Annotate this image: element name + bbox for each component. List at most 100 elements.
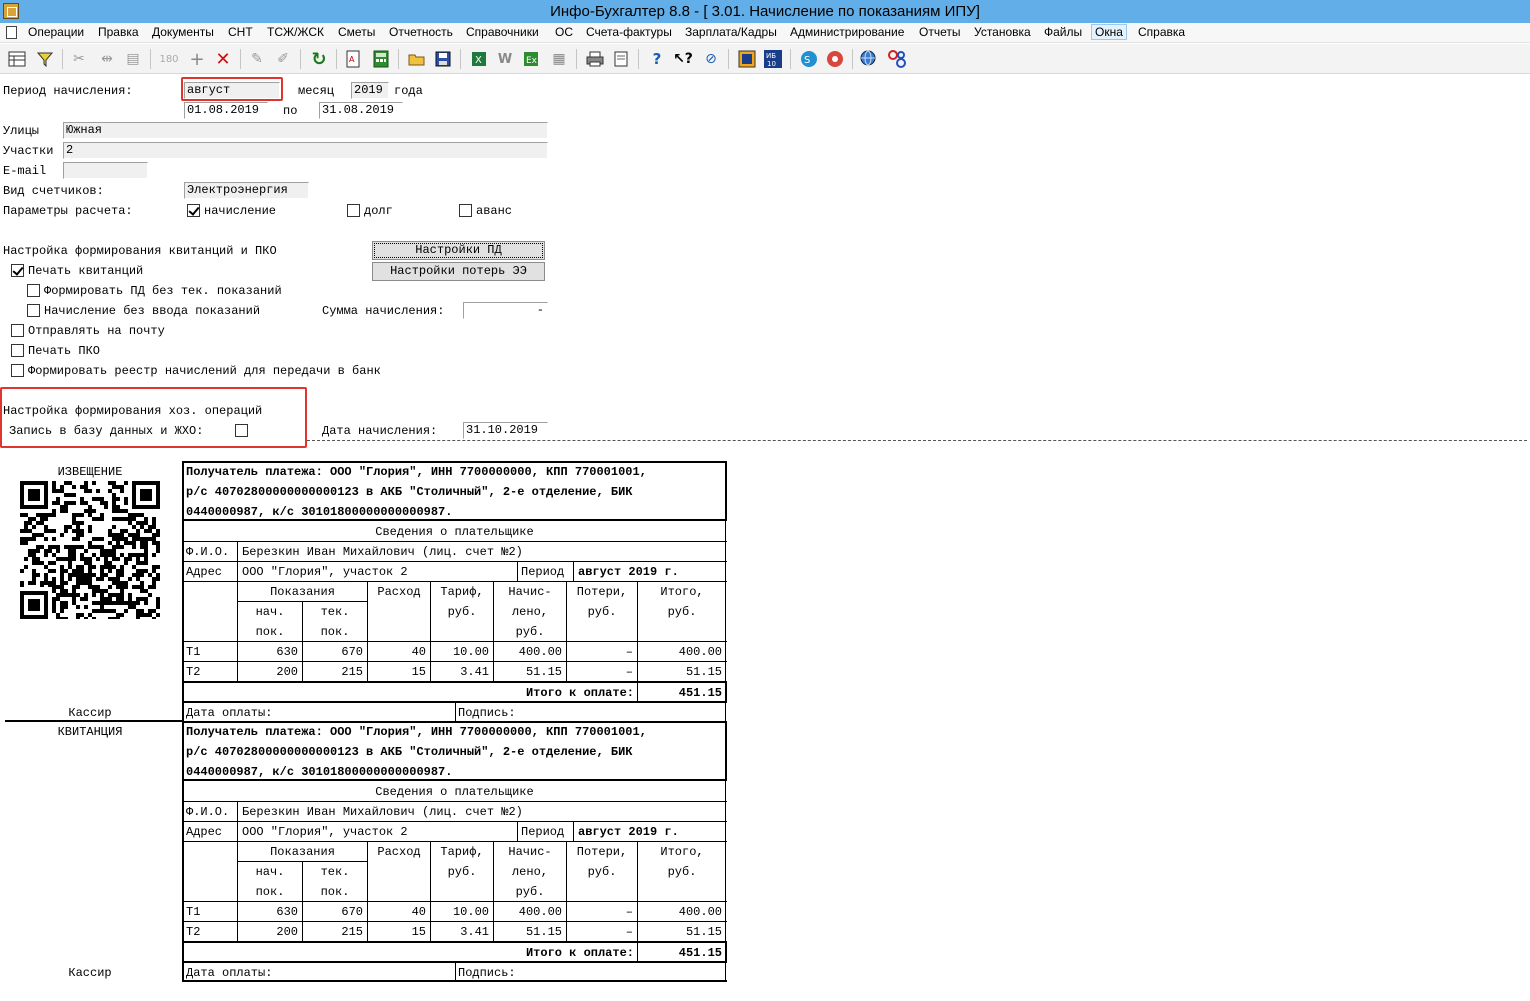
notice-col-cur1: тек.	[320, 605, 350, 619]
context-help-icon[interactable]: ↖?	[672, 48, 694, 70]
meter-type-select[interactable]: Электроэнергия	[184, 182, 309, 199]
network-icon[interactable]	[886, 48, 908, 70]
menu-edit[interactable]: Правка	[95, 25, 142, 41]
receipt-vl-addr	[237, 821, 238, 841]
menu-reporting[interactable]: Отчетность	[386, 25, 456, 41]
menu-operations[interactable]: Операции	[25, 25, 87, 41]
menu-documents[interactable]: Документы	[149, 25, 217, 41]
receipt-col-usage: Расход	[377, 845, 421, 859]
add-icon[interactable]: +	[186, 48, 208, 70]
print-icon[interactable]	[584, 48, 606, 70]
date-from-input[interactable]: 01.08.2019	[184, 102, 268, 119]
notice-col-loss1: Потери,	[576, 585, 628, 599]
accrual-date-input[interactable]: 31.10.2019	[463, 422, 548, 439]
receipt-row-cur: 670	[341, 905, 363, 919]
loss-settings-button[interactable]: Настройки потерь ЭЭ	[372, 262, 545, 281]
qr-code-icon	[20, 481, 160, 619]
brush-clear-icon[interactable]: ✐	[272, 48, 294, 70]
advance-checkbox[interactable]	[459, 204, 472, 217]
move-icon[interactable]: ⇹	[96, 48, 118, 70]
svg-text:10: 10	[767, 60, 776, 68]
support-icon[interactable]: S	[798, 48, 820, 70]
accrual-no-readings-checkbox[interactable]	[27, 304, 40, 317]
menu-setup[interactable]: Установка	[971, 25, 1034, 41]
notice-address-value: ООО "Глория", участок 2	[242, 565, 408, 579]
delete-icon[interactable]: ✕	[212, 48, 234, 70]
year-input[interactable]: 2019	[351, 82, 389, 99]
send-mail-checkbox[interactable]	[11, 324, 24, 337]
notice-row-tariff: 10.00	[452, 645, 489, 659]
menu-os[interactable]: ОС	[552, 25, 576, 41]
menu-estimates[interactable]: Сметы	[335, 25, 378, 41]
compass-icon[interactable]: ⊘	[700, 48, 722, 70]
accrual-sum-label: Сумма начисления:	[322, 304, 445, 318]
filter-icon[interactable]	[34, 48, 56, 70]
notice-col-accr2: лено,	[511, 605, 548, 619]
receipt-bottom-line	[182, 980, 727, 982]
brush-icon[interactable]: ✎	[246, 48, 268, 70]
report-book-icon[interactable]	[736, 48, 758, 70]
notice-col-cur2: пок.	[320, 625, 350, 639]
menu-payroll[interactable]: Зарплата/Кадры	[682, 25, 780, 41]
menu-tszh[interactable]: ТСЖ/ЖСК	[264, 25, 327, 41]
notice-vl-sign-right	[725, 701, 726, 721]
excel-export-icon[interactable]: Ex	[520, 48, 542, 70]
menu-directories[interactable]: Справочники	[463, 25, 542, 41]
menu-windows[interactable]: Окна	[1091, 24, 1127, 40]
accrual-checkbox[interactable]	[187, 204, 200, 217]
pd-settings-button[interactable]: Настройки ПД	[372, 241, 545, 260]
lifebuoy-icon[interactable]	[824, 48, 846, 70]
streets-input[interactable]: Южная	[63, 122, 548, 139]
toolbar: ✂ ⇹ ▤ 180 + ✕ ✎ ✐ ↻ A X W Ex ▦ ? ↖? ⊘ ИБ…	[0, 44, 1530, 74]
svg-text:S: S	[804, 55, 810, 66]
export-pdf-icon[interactable]: A	[342, 48, 364, 70]
save-icon[interactable]	[432, 48, 454, 70]
notice-hl-d	[182, 641, 727, 642]
receipt-vl-sign-right	[725, 961, 726, 981]
notice-vl-sign	[455, 701, 456, 721]
receipt-vl-period1	[517, 821, 518, 841]
menu-reports[interactable]: Отчеты	[916, 25, 963, 41]
menu-files[interactable]: Файлы	[1041, 25, 1085, 41]
excel-icon[interactable]: X	[468, 48, 490, 70]
notice-signature-label: Подпись:	[458, 706, 516, 720]
help-icon[interactable]: ?	[646, 48, 668, 70]
receipt-row-usage: 40	[411, 905, 426, 919]
document-icon[interactable]: ▦	[548, 48, 570, 70]
notice-col-readings: Показания	[270, 585, 335, 599]
receipt-vl-right	[725, 781, 726, 961]
ib10-icon[interactable]: ИБ 10	[762, 48, 784, 70]
menu-snt[interactable]: СНТ	[225, 25, 256, 41]
menu-admin[interactable]: Администрирование	[787, 25, 907, 41]
preview-icon[interactable]	[610, 48, 632, 70]
document-menu-icon[interactable]	[6, 26, 17, 39]
print-receipts-checkbox[interactable]	[11, 264, 24, 277]
globe-icon[interactable]	[858, 48, 880, 70]
date-to-input[interactable]: 31.08.2019	[319, 102, 403, 119]
paste-icon[interactable]: ▤	[122, 48, 144, 70]
open-folder-icon[interactable]	[406, 48, 428, 70]
word-icon[interactable]: W	[494, 48, 516, 70]
receipt-hl-row	[182, 921, 727, 922]
print-pko-checkbox[interactable]	[11, 344, 24, 357]
notice-col-usage: Расход	[377, 585, 421, 599]
notice-payee-left	[182, 461, 184, 521]
email-input[interactable]	[63, 162, 148, 179]
calculator-icon[interactable]	[370, 48, 392, 70]
svg-text:ИБ: ИБ	[766, 52, 776, 60]
notice-vl-c2	[302, 601, 303, 681]
debt-checkbox[interactable]	[347, 204, 360, 217]
refresh-icon[interactable]: ↻	[308, 48, 330, 70]
accrual-sum-input[interactable]: -	[463, 302, 548, 319]
menu-invoices[interactable]: Счета-фактуры	[583, 25, 675, 41]
grid-icon[interactable]	[6, 48, 28, 70]
menu-help[interactable]: Справка	[1135, 25, 1188, 41]
receipt-payer-info: Сведения о плательщике	[375, 785, 534, 799]
cut-icon[interactable]: ✂	[68, 48, 90, 70]
bank-registry-checkbox[interactable]	[11, 364, 24, 377]
form-pd-checkbox[interactable]	[27, 284, 40, 297]
receipt-row-loss: –	[625, 905, 633, 919]
rotate-180-icon[interactable]: 180	[158, 48, 180, 70]
plots-input[interactable]: 2	[63, 142, 548, 159]
halves-divider	[5, 720, 183, 722]
